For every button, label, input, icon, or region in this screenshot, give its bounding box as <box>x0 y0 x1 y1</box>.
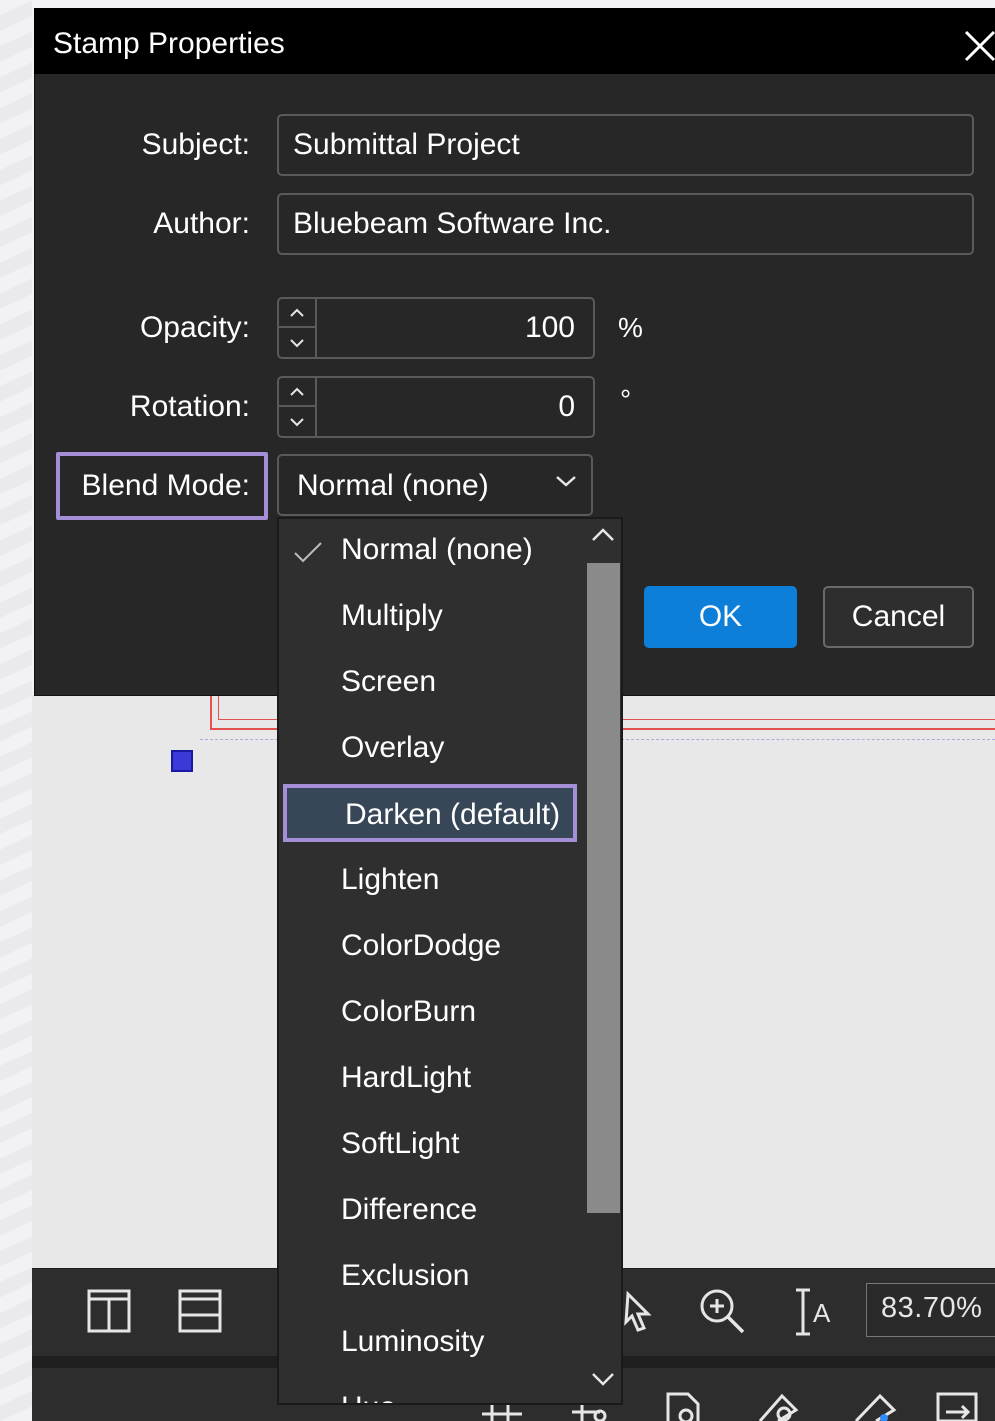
blend-option-label: Multiply <box>341 599 443 632</box>
opacity-label: Opacity: <box>139 311 250 344</box>
blend-option-label: HardLight <box>341 1061 472 1094</box>
subject-label: Subject: <box>141 128 250 161</box>
scroll-up-icon[interactable] <box>591 527 615 543</box>
close-icon[interactable] <box>962 28 995 64</box>
rotation-label: Rotation: <box>129 390 250 423</box>
opacity-value: 100 <box>524 311 575 344</box>
blend-option[interactable]: Overlay <box>279 717 579 779</box>
blend-option[interactable]: ColorBurn <box>279 981 579 1043</box>
document-icon[interactable] <box>664 1390 708 1421</box>
scrollbar-thumb[interactable] <box>587 563 620 1213</box>
blend-option-label: Overlay <box>341 731 445 764</box>
chevron-down-icon <box>290 417 304 426</box>
chevron-up-icon <box>290 308 304 317</box>
select-text-icon[interactable]: A <box>793 1286 837 1338</box>
resize-handle[interactable] <box>171 750 193 772</box>
blend-option[interactable]: Luminosity <box>279 1311 579 1373</box>
blend-option[interactable]: Multiply <box>279 585 579 647</box>
rotation-unit: ° <box>620 384 632 415</box>
blend-mode-dropdown: Normal (none) Multiply Screen Overlay Da… <box>277 517 623 1405</box>
blend-option-highlighted[interactable]: Darken (default) <box>283 784 577 842</box>
opacity-stepper-buttons <box>279 299 317 357</box>
blend-option-label: Darken (default) <box>345 798 561 831</box>
opacity-increment-button[interactable] <box>279 299 315 328</box>
subject-field[interactable]: Submittal Project <box>277 114 974 176</box>
blend-option[interactable]: ColorDodge <box>279 915 579 977</box>
blend-mode-select[interactable]: Normal (none) <box>277 454 593 516</box>
opacity-unit: % <box>618 312 643 343</box>
scroll-down-icon[interactable] <box>591 1371 615 1387</box>
blend-option-label: SoftLight <box>341 1127 460 1160</box>
cancel-button[interactable]: Cancel <box>823 586 974 648</box>
dropdown-scrollbar[interactable] <box>583 519 621 1403</box>
chevron-up-icon <box>290 387 304 396</box>
split-horizontal-icon[interactable] <box>177 1288 223 1334</box>
blend-option[interactable]: SoftLight <box>279 1113 579 1175</box>
rotation-decrement-button[interactable] <box>279 407 315 436</box>
blend-option[interactable]: Screen <box>279 651 579 713</box>
blend-mode-selected-value: Normal (none) <box>297 469 489 502</box>
zoom-level-field[interactable]: 83.70% <box>866 1283 995 1337</box>
blend-option-label: Screen <box>341 665 437 698</box>
chevron-down-icon <box>556 476 576 487</box>
blend-option-label: Lighten <box>341 863 440 896</box>
checkmark-icon <box>294 542 322 563</box>
author-field[interactable]: Bluebeam Software Inc. <box>277 193 974 255</box>
rotation-stepper[interactable]: 0 <box>277 376 595 438</box>
opacity-stepper[interactable]: 100 <box>277 297 595 359</box>
markup-icon[interactable] <box>756 1390 806 1421</box>
rotation-value: 0 <box>558 390 575 423</box>
author-label: Author: <box>153 207 250 240</box>
chevron-down-icon <box>290 338 304 347</box>
blend-option-label: ColorDodge <box>341 929 502 962</box>
blend-option[interactable]: Hue <box>279 1377 579 1403</box>
blend-mode-label: Blend Mode: <box>81 469 250 502</box>
svg-text:A: A <box>813 1298 831 1328</box>
export-icon[interactable] <box>934 1390 984 1421</box>
blend-option[interactable]: HardLight <box>279 1047 579 1109</box>
dialog-title: Stamp Properties <box>53 27 285 60</box>
ok-button[interactable]: OK <box>644 586 797 648</box>
opacity-decrement-button[interactable] <box>279 328 315 357</box>
pan-tool-icon[interactable] <box>624 1288 654 1334</box>
blend-option[interactable]: Difference <box>279 1179 579 1241</box>
blend-option[interactable]: Lighten <box>279 849 579 911</box>
blend-option-label: Hue <box>341 1391 396 1403</box>
blend-option[interactable]: Exclusion <box>279 1245 579 1307</box>
rotation-stepper-buttons <box>279 378 317 436</box>
blend-option-label: Normal (none) <box>341 533 533 566</box>
rotation-increment-button[interactable] <box>279 378 315 407</box>
blend-option-label: Difference <box>341 1193 478 1226</box>
split-vertical-icon[interactable] <box>86 1288 132 1334</box>
pen-icon[interactable] <box>850 1390 900 1421</box>
blend-option-label: ColorBurn <box>341 995 477 1028</box>
blend-option-label: Luminosity <box>341 1325 485 1358</box>
blend-option-label: Exclusion <box>341 1259 470 1292</box>
blend-option[interactable]: Normal (none) <box>279 519 579 581</box>
zoom-in-icon[interactable] <box>697 1286 747 1336</box>
